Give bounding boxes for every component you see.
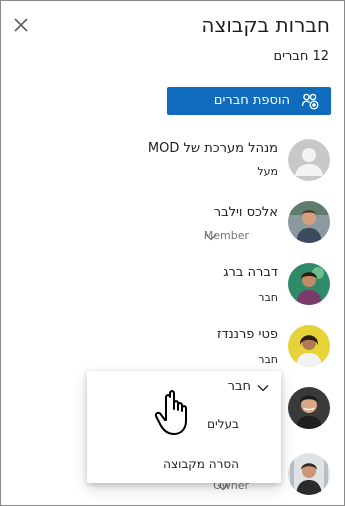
- member-name: דברה ברג: [223, 265, 278, 280]
- role-selected-label: חבר: [227, 379, 251, 394]
- member-name: פטי פרננדז: [216, 327, 278, 342]
- member-role: מעל: [257, 165, 278, 178]
- chevron-down-icon[interactable]: [205, 233, 217, 241]
- member-row: דברה ברג חבר: [1, 259, 344, 319]
- add-members-button[interactable]: הוספת חברים: [167, 87, 331, 115]
- avatar: [288, 453, 330, 495]
- hand-pointer-icon: [154, 390, 187, 435]
- add-members-label: הוספת חברים: [213, 93, 290, 108]
- avatar: [288, 263, 330, 305]
- avatar: [288, 325, 330, 367]
- member-count: 12 חברים: [273, 49, 329, 64]
- role-option-remove[interactable]: הסרה מקבוצה: [163, 457, 239, 471]
- member-role: חבר: [258, 353, 278, 366]
- panel-title: חברות בקבוצה: [201, 13, 330, 37]
- role-option-owner[interactable]: בעלים: [207, 417, 239, 431]
- member-row: מנהל מערכת של MOD מעל: [1, 135, 344, 195]
- avatar: [288, 387, 330, 429]
- chevron-down-icon: [257, 385, 269, 392]
- close-icon: [14, 18, 28, 32]
- add-people-icon: [301, 93, 319, 110]
- close-button[interactable]: [11, 15, 31, 35]
- role-selected[interactable]: חבר: [215, 377, 271, 399]
- member-row: אלכס וילבר Member: [1, 197, 344, 257]
- member-name: מנהל מערכת של MOD: [147, 141, 278, 156]
- group-membership-panel: חברות בקבוצה 12 חברים הוספת חברים מנהל מ…: [0, 0, 345, 506]
- avatar: [288, 139, 330, 181]
- member-name: אלכס וילבר: [213, 205, 278, 220]
- member-role: חבר: [258, 291, 278, 304]
- avatar: [288, 201, 330, 243]
- chevron-down-icon[interactable]: [217, 483, 229, 491]
